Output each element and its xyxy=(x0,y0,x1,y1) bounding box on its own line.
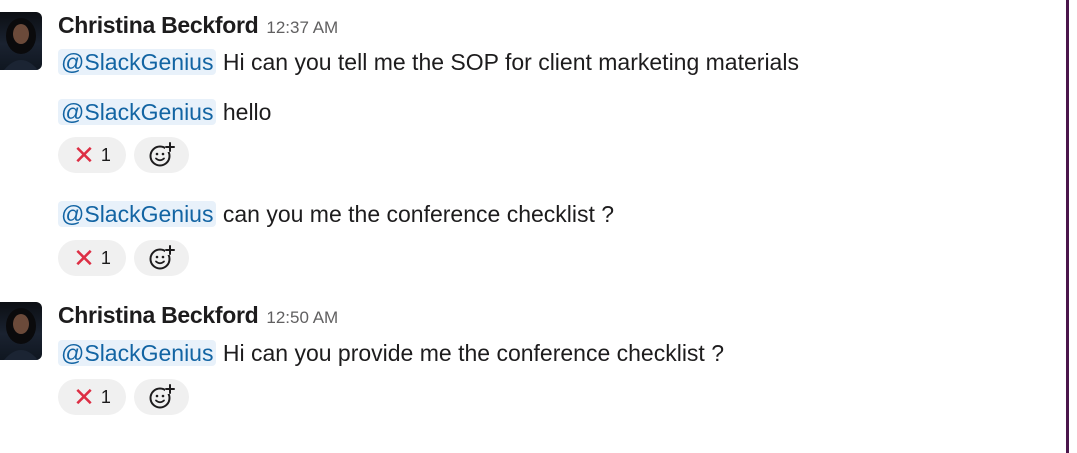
avatar[interactable] xyxy=(0,302,42,360)
add-emoji-icon xyxy=(149,245,175,270)
x-icon: ✕ xyxy=(73,243,95,273)
add-reaction-button[interactable] xyxy=(134,137,189,173)
user-mention[interactable]: @SlackGenius xyxy=(58,201,217,227)
message-header: Christina Beckford 12:50 AM xyxy=(58,302,338,332)
add-emoji-icon xyxy=(149,384,175,409)
message-header: Christina Beckford 12:37 AM xyxy=(58,12,338,42)
user-mention[interactable]: @SlackGenius xyxy=(58,340,217,366)
user-mention[interactable]: @SlackGenius xyxy=(58,49,217,75)
add-reaction-button[interactable] xyxy=(134,240,189,276)
message-text: @SlackGenius Hi can you tell me the SOP … xyxy=(58,47,799,77)
message-text: @SlackGenius Hi can you provide me the c… xyxy=(58,338,724,368)
message-text: @SlackGenius can you me the conference c… xyxy=(58,199,614,229)
reaction-bar: ✕ 1 xyxy=(58,379,189,415)
author-name[interactable]: Christina Beckford xyxy=(58,12,259,38)
message-body: Hi can you provide me the conference che… xyxy=(222,340,725,366)
x-icon: ✕ xyxy=(73,140,95,170)
reaction-pill[interactable]: ✕ 1 xyxy=(58,379,126,415)
x-icon: ✕ xyxy=(73,382,95,412)
timestamp[interactable]: 12:50 AM xyxy=(266,308,338,327)
message-body: Hi can you tell me the SOP for client ma… xyxy=(222,49,799,75)
reaction-count: 1 xyxy=(100,247,111,268)
add-emoji-icon xyxy=(149,142,175,167)
message-text: @SlackGenius hello xyxy=(58,97,271,127)
reaction-bar: ✕ 1 xyxy=(58,240,189,276)
author-name[interactable]: Christina Beckford xyxy=(58,302,259,328)
message-body: hello xyxy=(222,99,272,125)
reaction-bar: ✕ 1 xyxy=(58,137,189,173)
reaction-count: 1 xyxy=(100,144,111,165)
window-edge-border xyxy=(1066,0,1069,453)
timestamp[interactable]: 12:37 AM xyxy=(266,18,338,37)
reaction-count: 1 xyxy=(100,386,111,407)
reaction-pill[interactable]: ✕ 1 xyxy=(58,240,126,276)
avatar[interactable] xyxy=(0,12,42,70)
add-reaction-button[interactable] xyxy=(134,379,189,415)
user-mention[interactable]: @SlackGenius xyxy=(58,99,217,125)
reaction-pill[interactable]: ✕ 1 xyxy=(58,137,126,173)
message-body: can you me the conference checklist ? xyxy=(222,201,615,227)
